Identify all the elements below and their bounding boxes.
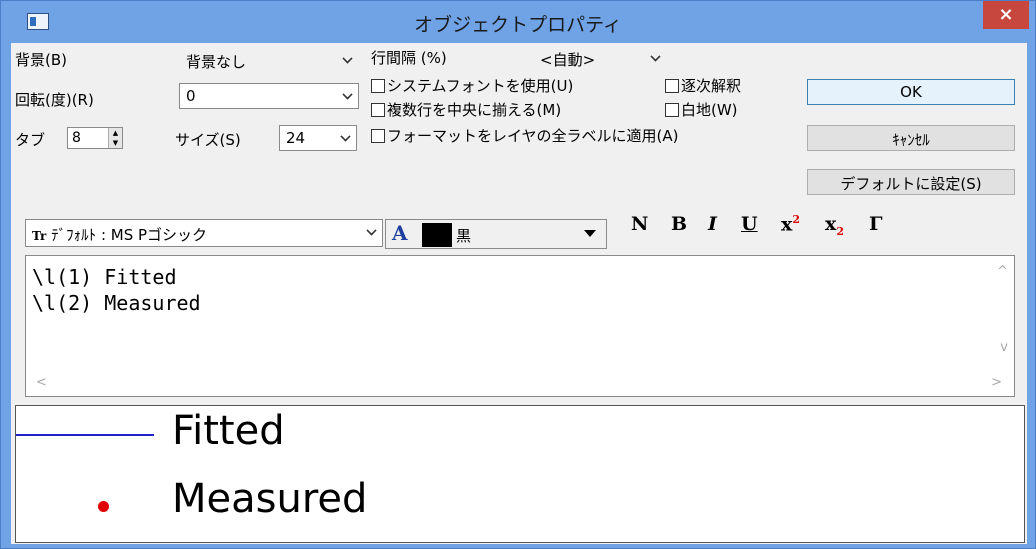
apply-all-checkbox[interactable]: フォーマットをレイヤの全ラベルに適用(A): [371, 125, 679, 146]
system-font-label: システムフォントを使用(U): [387, 77, 574, 95]
color-swatch: [422, 223, 452, 247]
scroll-up-icon[interactable]: ^: [997, 264, 1008, 279]
greek-button[interactable]: Γ: [869, 213, 883, 235]
fitted-line-symbol: [16, 434, 154, 436]
tab-value: 8: [72, 130, 81, 146]
scroll-right-icon[interactable]: >: [991, 375, 1002, 390]
subscript-x: x: [825, 213, 837, 235]
editor-line-2: \l(2) Measured: [32, 291, 201, 315]
rotation-value: 0: [186, 87, 196, 105]
editor-line-1: \l(1) Fitted: [32, 265, 177, 289]
subscript-digit: 2: [836, 224, 844, 238]
measured-dot-symbol: [98, 501, 109, 512]
chevron-down-icon: [342, 89, 353, 100]
cancel-button[interactable]: ｷｬﾝｾﾙ: [807, 125, 1015, 151]
bold-button[interactable]: B: [671, 213, 687, 235]
system-font-checkbox[interactable]: システムフォントを使用(U): [371, 75, 573, 96]
white-bg-label: 白地(W): [681, 101, 738, 119]
subscript-button[interactable]: x2: [825, 213, 844, 238]
superscript-x: x: [781, 213, 793, 236]
set-default-button[interactable]: デフォルトに設定(S): [807, 169, 1015, 195]
italic-button[interactable]: I: [708, 213, 717, 235]
tab-label: タブ: [15, 131, 46, 149]
checkbox-box[interactable]: [665, 103, 679, 117]
chevron-down-icon: [650, 51, 661, 62]
rotation-select[interactable]: 0: [179, 83, 359, 109]
chevron-down-icon: [340, 131, 351, 142]
close-button[interactable]: ×: [983, 1, 1029, 29]
stepper-up-icon[interactable]: ▲: [109, 128, 122, 138]
apply-all-label: フォーマットをレイヤの全ラベルに適用(A): [387, 127, 679, 145]
editor-text[interactable]: \l(1) Fitted \l(2) Measured: [32, 264, 201, 316]
dropdown-arrow-icon: [584, 230, 596, 237]
checkbox-box[interactable]: [371, 79, 385, 93]
font-select[interactable]: Tr ﾃﾞﾌｫﾙﾄ : MS Pゴシック: [25, 219, 383, 247]
scroll-left-icon[interactable]: <: [36, 375, 47, 390]
superscript-button[interactable]: x2: [781, 213, 800, 235]
chevron-down-icon: [342, 53, 353, 64]
truetype-icon: Tr: [32, 229, 47, 243]
ok-button[interactable]: OK: [807, 79, 1015, 105]
dialog-body: 背景(B) 背景なし 回転(度)(R) 0 タブ 8 ▲ ▼ サイズ(S) 24…: [11, 43, 1027, 544]
stepper-buttons[interactable]: ▲ ▼: [108, 128, 122, 148]
preview-entry-measured: Measured: [172, 476, 368, 522]
dialog-window: オブジェクトプロパティ × 背景(B) 背景なし 回転(度)(R) 0 タブ 8…: [0, 0, 1036, 549]
sequential-label: 逐次解釈: [681, 77, 742, 95]
checkbox-box[interactable]: [371, 129, 385, 143]
underline-button[interactable]: U: [741, 213, 758, 235]
multiline-center-label: 複数行を中央に揃える(M): [387, 101, 562, 119]
font-color-icon: A: [392, 221, 408, 245]
stepper-down-icon[interactable]: ▼: [109, 138, 122, 148]
size-label: サイズ(S): [175, 131, 241, 149]
font-color-select[interactable]: A 黒: [385, 219, 607, 249]
rotation-label: 回転(度)(R): [15, 91, 94, 109]
chevron-down-icon: [366, 225, 377, 236]
superscript-digit: 2: [792, 213, 800, 226]
font-color-name: 黒: [456, 227, 472, 245]
checkbox-box[interactable]: [371, 103, 385, 117]
normal-button[interactable]: N: [631, 213, 648, 235]
background-value: 背景なし: [186, 53, 247, 71]
line-spacing-label: 行間隔 (%): [371, 49, 447, 67]
background-label: 背景(B): [15, 51, 67, 69]
multiline-center-checkbox[interactable]: 複数行を中央に揃える(M): [371, 99, 561, 120]
scroll-down-icon[interactable]: v: [1000, 340, 1008, 355]
sequential-checkbox[interactable]: 逐次解釈: [665, 75, 741, 96]
legend-preview: Fitted Measured: [15, 405, 1025, 543]
size-select[interactable]: 24: [279, 125, 357, 151]
tab-stepper[interactable]: 8 ▲ ▼: [67, 127, 123, 149]
white-bg-checkbox[interactable]: 白地(W): [665, 99, 738, 120]
font-value: ﾃﾞﾌｫﾙﾄ : MS Pゴシック: [51, 226, 208, 244]
preview-entry-fitted: Fitted: [172, 408, 285, 454]
background-select[interactable]: 背景なし: [179, 47, 359, 73]
checkbox-box[interactable]: [665, 79, 679, 93]
title-bar[interactable]: オブジェクトプロパティ ×: [1, 1, 1035, 43]
size-value: 24: [286, 129, 306, 147]
line-spacing-value: <自動>: [540, 51, 596, 69]
label-text-editor[interactable]: \l(1) Fitted \l(2) Measured ^ v < >: [25, 255, 1015, 397]
line-spacing-select[interactable]: <自動>: [533, 45, 667, 71]
window-title: オブジェクトプロパティ: [414, 14, 622, 36]
